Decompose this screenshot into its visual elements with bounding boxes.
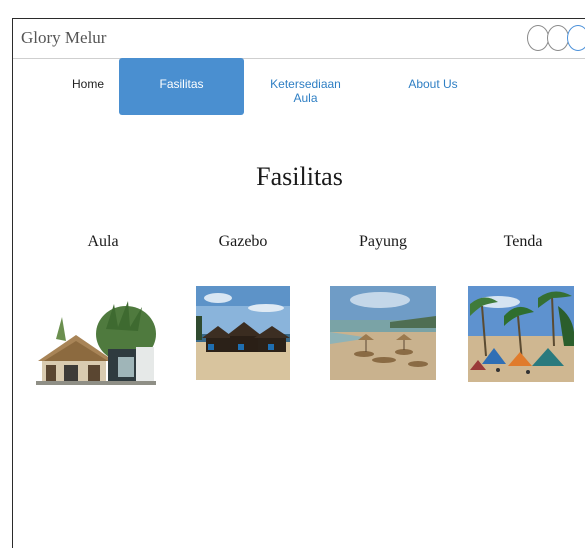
facility-gazebo: Gazebo — [168, 233, 318, 253]
nav-ketersediaan-aula[interactable]: Ketersediaan Aula — [258, 58, 353, 114]
window-circle-icon[interactable] — [567, 25, 585, 51]
window-circle-icon[interactable] — [547, 25, 569, 51]
facility-label: Payung — [359, 233, 407, 250]
facility-aula: Aula — [28, 233, 178, 253]
facility-label: Gazebo — [218, 233, 268, 250]
facility-tenda: Tenda — [448, 233, 585, 253]
app-title: Glory Melur — [21, 28, 107, 47]
facility-label: Tenda — [503, 233, 543, 250]
gazebo-image[interactable] — [196, 286, 290, 380]
app-window: Glory Melur Home Fasilitas Ketersediaan … — [12, 18, 585, 548]
main-nav: Home Fasilitas Ketersediaan Aula About U… — [13, 58, 585, 116]
facility-label: Aula — [87, 233, 119, 250]
title-bar: Glory Melur — [13, 19, 585, 59]
payung-image[interactable] — [330, 286, 436, 380]
window-controls — [527, 25, 585, 51]
nav-about-us[interactable]: About Us — [393, 58, 473, 114]
nav-home[interactable]: Home — [58, 58, 118, 114]
page-title: Fasilitas — [256, 162, 343, 191]
aula-image[interactable] — [36, 299, 156, 385]
nav-fasilitas[interactable]: Fasilitas — [119, 58, 244, 115]
facility-payung: Payung — [308, 233, 458, 253]
window-circle-icon[interactable] — [527, 25, 549, 51]
tenda-image[interactable] — [468, 286, 574, 382]
